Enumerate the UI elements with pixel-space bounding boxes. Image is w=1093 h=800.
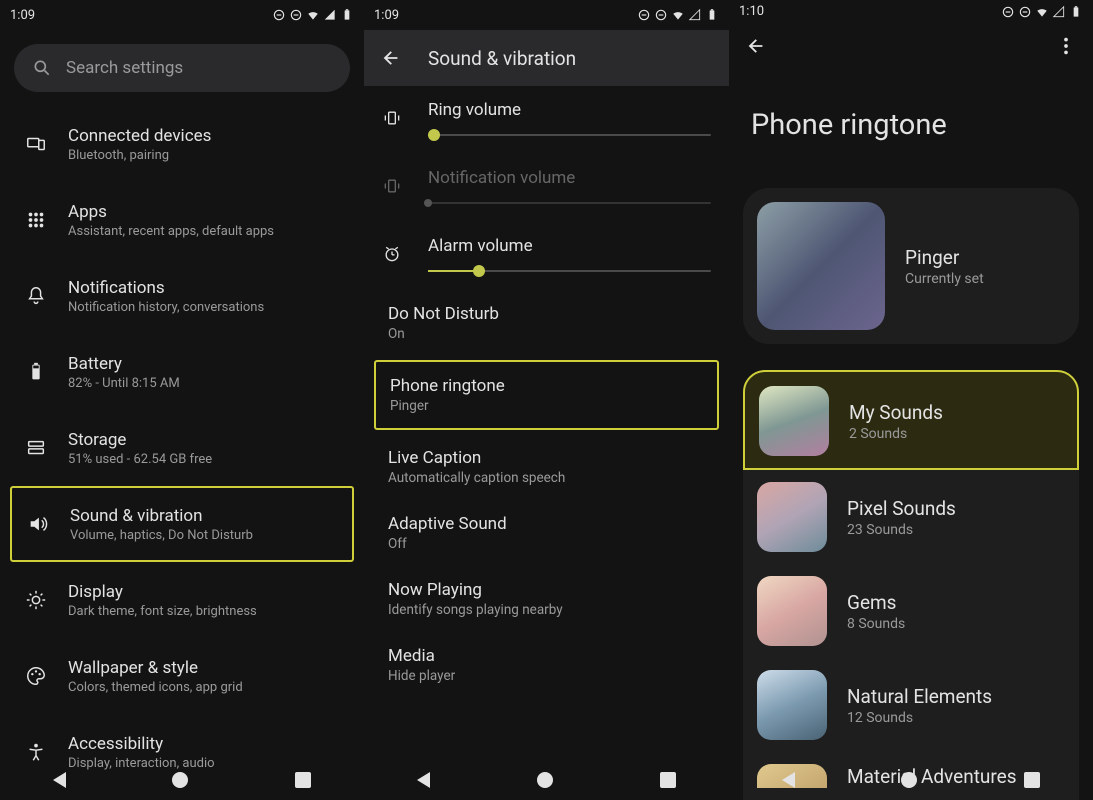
row-notifications[interactable]: NotificationsNotification history, conve… xyxy=(0,258,364,334)
devices-icon xyxy=(24,132,48,156)
group-art xyxy=(759,386,829,456)
row-adaptive-sound[interactable]: Adaptive SoundOff xyxy=(364,500,729,566)
nav-recents[interactable] xyxy=(660,772,676,788)
accessibility-icon xyxy=(24,740,48,764)
nav-back[interactable] xyxy=(417,772,430,788)
clock: 1:10 xyxy=(739,4,764,19)
row-now-playing[interactable]: Now PlayingIdentify songs playing nearby xyxy=(364,566,729,632)
notification-volume: Notification volume xyxy=(364,154,729,222)
settings-content: Search settings Connected devicesBluetoo… xyxy=(0,30,364,800)
back-icon[interactable] xyxy=(745,35,767,57)
alarm-volume[interactable]: Alarm volume xyxy=(364,222,729,290)
search-icon xyxy=(32,58,52,78)
clock: 1:09 xyxy=(10,8,35,23)
nav-recents[interactable] xyxy=(1024,772,1040,788)
dnd-icon xyxy=(637,8,651,22)
dnd-icon xyxy=(654,8,668,22)
ringtone-list: PingerCurrently set My Sounds2 Sounds Pi… xyxy=(729,188,1093,800)
row-live-caption[interactable]: Live CaptionAutomatically caption speech xyxy=(364,434,729,500)
header: Sound & vibration xyxy=(364,30,729,86)
signal-icon xyxy=(323,8,337,22)
sound-vibration-screen: 1:09 Sound & vibration Ring volume Notif… xyxy=(364,0,729,800)
search-placeholder: Search settings xyxy=(66,58,183,78)
card-my-sounds[interactable]: My Sounds2 Sounds xyxy=(743,370,1079,470)
sound-content: Ring volume Notification volume Alarm vo… xyxy=(364,86,729,800)
row-connected-devices[interactable]: Connected devicesBluetooth, pairing xyxy=(0,106,364,182)
bell-icon xyxy=(24,284,48,308)
vibrate-icon xyxy=(382,106,406,130)
group-art xyxy=(757,576,827,646)
page-title: Phone ringtone xyxy=(729,68,1093,188)
card-pixel-sounds[interactable]: Pixel Sounds23 Sounds xyxy=(743,470,1079,564)
settings-main-screen: 1:09 Search settings Connected devicesBl… xyxy=(0,0,364,800)
row-apps[interactable]: AppsAssistant, recent apps, default apps xyxy=(0,182,364,258)
dnd-icon xyxy=(272,8,286,22)
nav-home[interactable] xyxy=(172,772,188,788)
row-battery[interactable]: Battery82% - Until 8:15 AM xyxy=(0,334,364,410)
card-current-ringtone[interactable]: PingerCurrently set xyxy=(743,188,1079,344)
status-icons xyxy=(272,8,354,22)
nav-home[interactable] xyxy=(537,772,553,788)
row-display[interactable]: DisplayDark theme, font size, brightness xyxy=(0,562,364,638)
status-bar: 1:10 xyxy=(729,0,1093,24)
signal-icon xyxy=(1052,5,1066,19)
back-icon[interactable] xyxy=(380,47,402,69)
row-media[interactable]: MediaHide player xyxy=(364,632,729,698)
nav-bar xyxy=(729,766,1093,794)
header-title: Sound & vibration xyxy=(428,47,576,70)
more-icon[interactable] xyxy=(1055,35,1077,57)
row-storage[interactable]: Storage51% used - 62.54 GB free xyxy=(0,410,364,486)
status-bar: 1:09 xyxy=(0,0,364,30)
notif-slider xyxy=(428,202,711,204)
dnd-icon xyxy=(1018,5,1032,19)
row-phone-ringtone[interactable]: Phone ringtonePinger xyxy=(374,360,719,430)
battery-icon xyxy=(340,8,354,22)
nav-bar xyxy=(364,766,729,794)
ringtone-art xyxy=(757,202,885,330)
volume-icon xyxy=(26,512,50,536)
vibrate-icon xyxy=(382,174,406,198)
signal-icon xyxy=(688,8,702,22)
clock: 1:09 xyxy=(374,8,399,23)
search-settings[interactable]: Search settings xyxy=(14,44,350,92)
row-sound-vibration[interactable]: Sound & vibrationVolume, haptics, Do Not… xyxy=(10,486,354,562)
nav-home[interactable] xyxy=(901,772,917,788)
nav-bar xyxy=(0,766,364,794)
group-art xyxy=(757,482,827,552)
ringtone-screen: 1:10 Phone ringtone PingerCurrently set … xyxy=(729,0,1093,800)
palette-icon xyxy=(24,664,48,688)
storage-icon xyxy=(24,436,48,460)
ring-slider[interactable] xyxy=(428,134,711,136)
wifi-icon xyxy=(671,8,685,22)
battery-icon xyxy=(705,8,719,22)
alarm-icon xyxy=(382,242,406,266)
card-gems[interactable]: Gems8 Sounds xyxy=(743,564,1079,658)
nav-back[interactable] xyxy=(782,772,795,788)
wifi-icon xyxy=(306,8,320,22)
apps-icon xyxy=(24,208,48,232)
status-icons xyxy=(637,8,719,22)
battery-icon xyxy=(1069,5,1083,19)
alarm-slider[interactable] xyxy=(428,270,711,272)
card-natural-elements[interactable]: Natural Elements12 Sounds xyxy=(743,658,1079,752)
ring-volume[interactable]: Ring volume xyxy=(364,86,729,154)
brightness-icon xyxy=(24,588,48,612)
status-bar: 1:09 xyxy=(364,0,729,30)
row-wallpaper[interactable]: Wallpaper & styleColors, themed icons, a… xyxy=(0,638,364,714)
battery-icon xyxy=(24,360,48,384)
group-art xyxy=(757,670,827,740)
row-dnd[interactable]: Do Not DisturbOn xyxy=(364,290,729,356)
dnd-icon xyxy=(289,8,303,22)
nav-recents[interactable] xyxy=(295,772,311,788)
wifi-icon xyxy=(1035,5,1049,19)
dnd-icon xyxy=(1001,5,1015,19)
header xyxy=(729,24,1093,68)
status-icons xyxy=(1001,5,1083,19)
nav-back[interactable] xyxy=(53,772,66,788)
